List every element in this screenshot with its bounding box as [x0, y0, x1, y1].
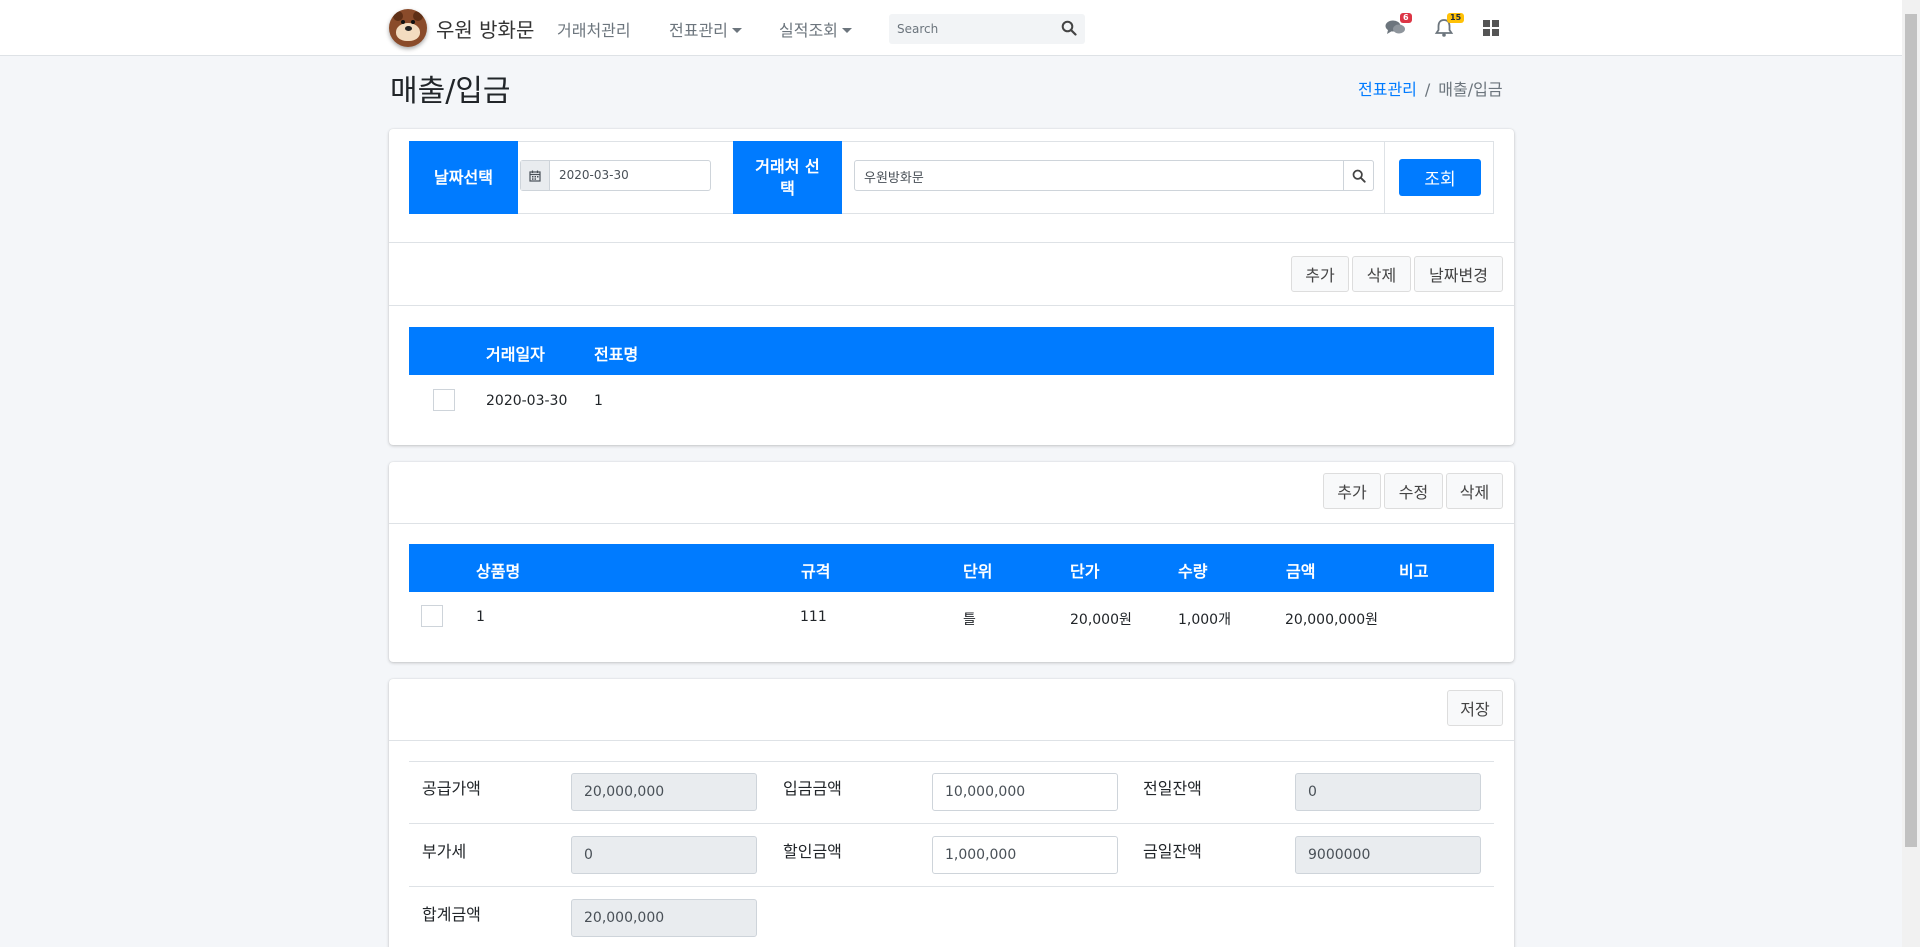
- total-amount-field[interactable]: 20,000,000: [571, 899, 757, 937]
- supply-amount-field[interactable]: 20,000,000: [571, 773, 757, 811]
- search-icon[interactable]: [1061, 20, 1079, 38]
- col-unit-price: 단가: [1070, 562, 1100, 581]
- summary-card: 저장 공급가액 20,000,000 입금금액 10,000,000 전일잔액 …: [389, 679, 1514, 947]
- grid-icon: [1483, 20, 1499, 36]
- nav-slip-management-label: 전표관리: [669, 21, 728, 40]
- vat-field[interactable]: 0: [571, 836, 757, 874]
- breadcrumb-link[interactable]: 전표관리: [1358, 80, 1417, 99]
- slip-add-button[interactable]: 추가: [1291, 256, 1349, 292]
- messages-badge: 6: [1400, 13, 1412, 23]
- col-trade-date: 거래일자: [486, 345, 545, 364]
- supply-amount-label: 공급가액: [422, 779, 481, 798]
- vendor-search-button[interactable]: [1343, 160, 1374, 191]
- item-edit-button[interactable]: 수정: [1384, 473, 1443, 509]
- slip-name-cell: 1: [594, 393, 603, 409]
- today-balance-label: 금일잔액: [1143, 842, 1202, 861]
- messages-button[interactable]: 6: [1385, 13, 1412, 40]
- vat-label: 부가세: [422, 842, 467, 861]
- unit-price-cell: 20,000원: [1070, 612, 1132, 628]
- row-checkbox[interactable]: [421, 605, 443, 627]
- chevron-down-icon: [841, 28, 852, 33]
- nav-vendor-management[interactable]: 거래처관리: [557, 17, 631, 41]
- top-navbar: 우원 방화문 거래처관리 전표관리 실적조회 6 15: [0, 0, 1902, 56]
- deposit-amount-label: 입금금액: [783, 779, 842, 798]
- breadcrumb-separator: /: [1424, 80, 1431, 99]
- search-input[interactable]: [889, 14, 1055, 44]
- today-balance-field[interactable]: 9000000: [1295, 836, 1481, 874]
- col-note: 비고: [1399, 562, 1429, 581]
- spec-cell: 111: [800, 609, 827, 625]
- calendar-icon: [521, 161, 550, 190]
- nav-performance-query-label: 실적조회: [779, 21, 838, 40]
- row-checkbox[interactable]: [433, 389, 455, 411]
- breadcrumb: 전표관리 / 매출/입금: [1358, 76, 1503, 100]
- prev-balance-label: 전일잔액: [1143, 779, 1202, 798]
- divider: [389, 740, 1514, 741]
- row-divider: [409, 886, 1494, 887]
- breadcrumb-current: 매출/입금: [1438, 80, 1503, 99]
- col-amount: 금액: [1286, 562, 1316, 581]
- notifications-button[interactable]: 15: [1434, 13, 1465, 40]
- brand[interactable]: 우원 방화문: [389, 8, 534, 48]
- discount-amount-field[interactable]: 1,000,000: [932, 836, 1118, 874]
- items-table-header: 상품명 규격 단위 단가 수량 금액 비고: [409, 544, 1494, 592]
- col-spec: 규격: [801, 562, 831, 581]
- filter-divider: [1384, 142, 1385, 213]
- chevron-down-icon: [731, 28, 742, 33]
- scrollbar-thumb[interactable]: [1905, 14, 1917, 847]
- vendor-select-label: 거래처 선 택: [733, 141, 842, 214]
- vertical-scrollbar[interactable]: [1902, 0, 1920, 947]
- nav-slip-management[interactable]: 전표관리: [669, 17, 742, 41]
- total-amount-label: 합계금액: [422, 905, 481, 924]
- date-picker[interactable]: 2020-03-30: [520, 160, 711, 191]
- filter-bar: 날짜선택 2020-03-30 거래처 선 택 우원방화문 조회: [409, 141, 1494, 214]
- slip-delete-button[interactable]: 삭제: [1352, 256, 1411, 292]
- deposit-amount-field[interactable]: 10,000,000: [932, 773, 1118, 811]
- date-value: 2020-03-30: [559, 168, 629, 182]
- item-delete-button[interactable]: 삭제: [1446, 473, 1503, 509]
- divider: [389, 523, 1514, 524]
- amount-cell: 20,000,000원: [1285, 612, 1379, 628]
- row-divider: [409, 761, 1494, 762]
- prev-balance-field[interactable]: 0: [1295, 773, 1481, 811]
- col-slip-name: 전표명: [594, 345, 639, 364]
- divider: [389, 242, 1514, 243]
- notifications-badge: 15: [1447, 13, 1465, 23]
- col-unit: 단위: [963, 562, 993, 581]
- save-button[interactable]: 저장: [1447, 690, 1503, 726]
- brand-name: 우원 방화문: [436, 17, 535, 42]
- date-select-label: 날짜선택: [409, 141, 518, 214]
- search-icon: [1352, 169, 1366, 183]
- unit-cell: 틀: [963, 612, 976, 628]
- navbar-search: [889, 14, 1085, 44]
- item-add-button[interactable]: 추가: [1323, 473, 1381, 509]
- slip-table-header: 거래일자 전표명: [409, 327, 1494, 375]
- col-product-name: 상품명: [476, 562, 521, 581]
- nav-performance-query[interactable]: 실적조회: [779, 17, 852, 41]
- divider: [389, 305, 1514, 306]
- quantity-cell: 1,000개: [1178, 612, 1231, 628]
- discount-amount-label: 할인금액: [783, 842, 842, 861]
- page-title: 매출/입금: [390, 74, 511, 109]
- row-divider: [409, 823, 1494, 824]
- product-name-cell: 1: [476, 609, 485, 625]
- slip-card: 날짜선택 2020-03-30 거래처 선 택 우원방화문 조회 추가 삭제 날…: [389, 129, 1514, 445]
- vendor-value: 우원방화문: [864, 171, 924, 186]
- brand-logo: [389, 9, 427, 47]
- vendor-field[interactable]: 우원방화문: [854, 160, 1374, 191]
- items-card: 추가 수정 삭제 상품명 규격 단위 단가 수량 금액 비고 1 111 틀 2…: [389, 462, 1514, 662]
- apps-button[interactable]: [1483, 16, 1509, 40]
- slip-change-date-button[interactable]: 날짜변경: [1414, 256, 1503, 292]
- query-button[interactable]: 조회: [1399, 159, 1481, 196]
- col-quantity: 수량: [1178, 562, 1208, 581]
- slip-date-cell: 2020-03-30: [486, 393, 568, 409]
